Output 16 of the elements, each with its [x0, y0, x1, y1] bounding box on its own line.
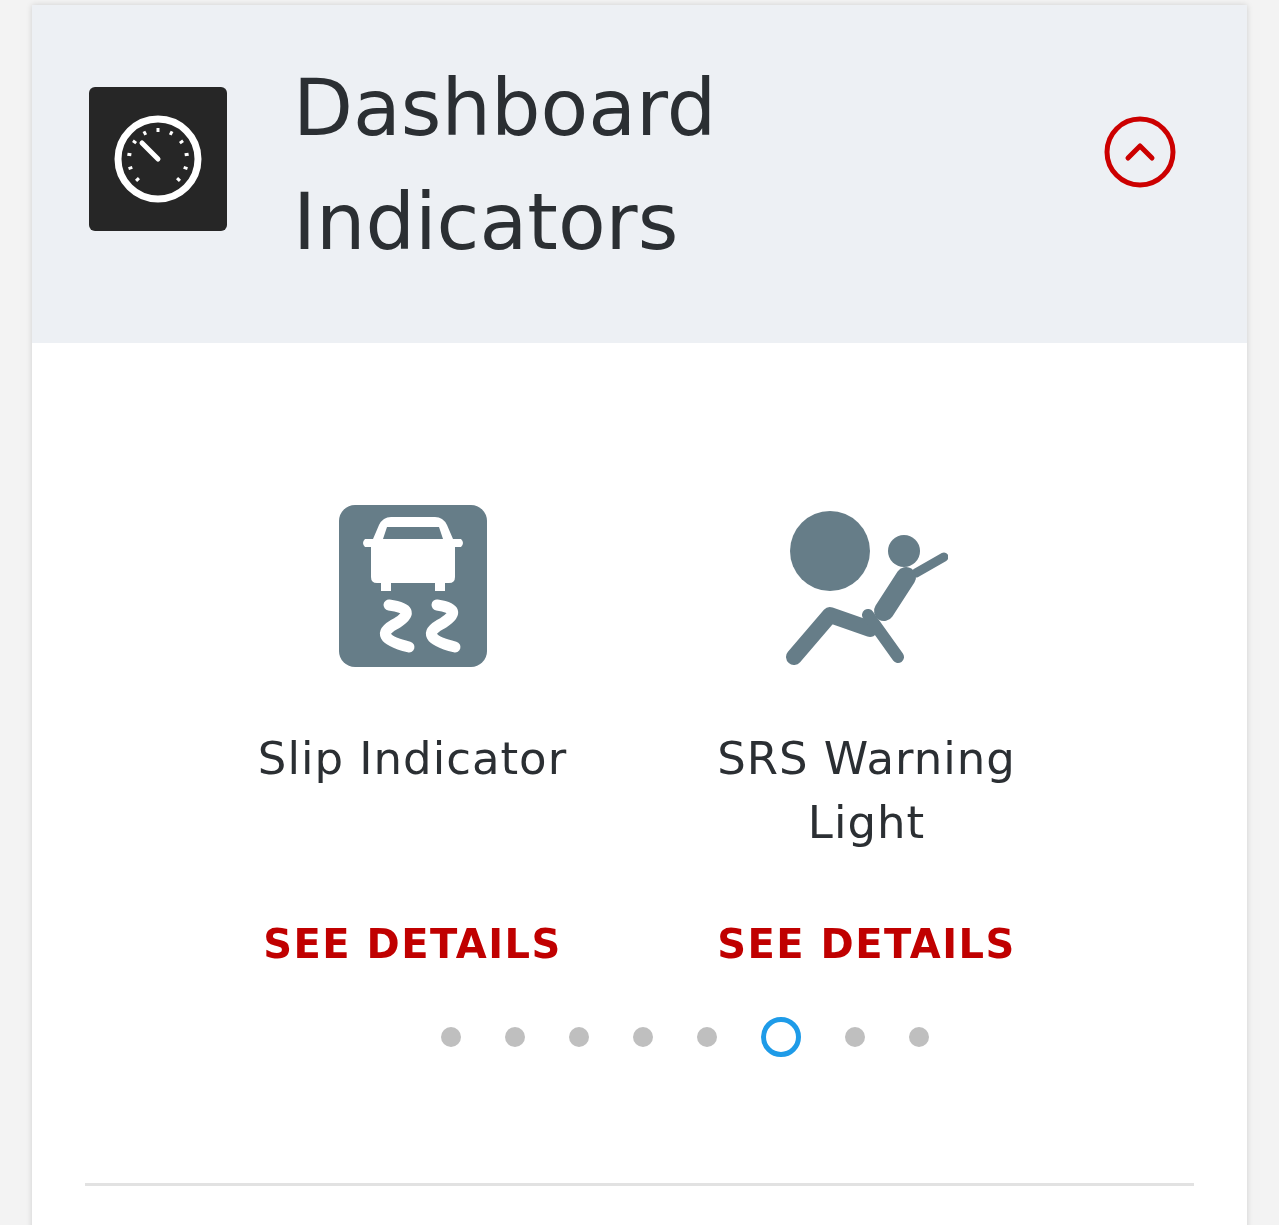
- page-dot[interactable]: [632, 1027, 653, 1047]
- section-title: Dashboard Indicators: [293, 62, 718, 269]
- page-dot[interactable]: [844, 1027, 865, 1047]
- page-dot[interactable]: [440, 1027, 461, 1047]
- indicator-name: Slip Indicator: [257, 731, 568, 787]
- see-details-link[interactable]: SEE DETAILS: [263, 921, 562, 967]
- skidding-car-icon: [338, 505, 487, 667]
- page-dot[interactable]: [504, 1027, 525, 1047]
- see-details-link[interactable]: SEE DETAILS: [717, 921, 1016, 967]
- collapse-chevron-icon[interactable]: [1103, 114, 1177, 189]
- page-dot[interactable]: [908, 1027, 929, 1047]
- page-dot[interactable]: [568, 1027, 589, 1047]
- page-dot[interactable]: [696, 1027, 717, 1047]
- page-dot[interactable]: [760, 1017, 801, 1057]
- speedometer-icon: [89, 87, 227, 231]
- indicator-name: SRS Warning Light: [716, 731, 1017, 851]
